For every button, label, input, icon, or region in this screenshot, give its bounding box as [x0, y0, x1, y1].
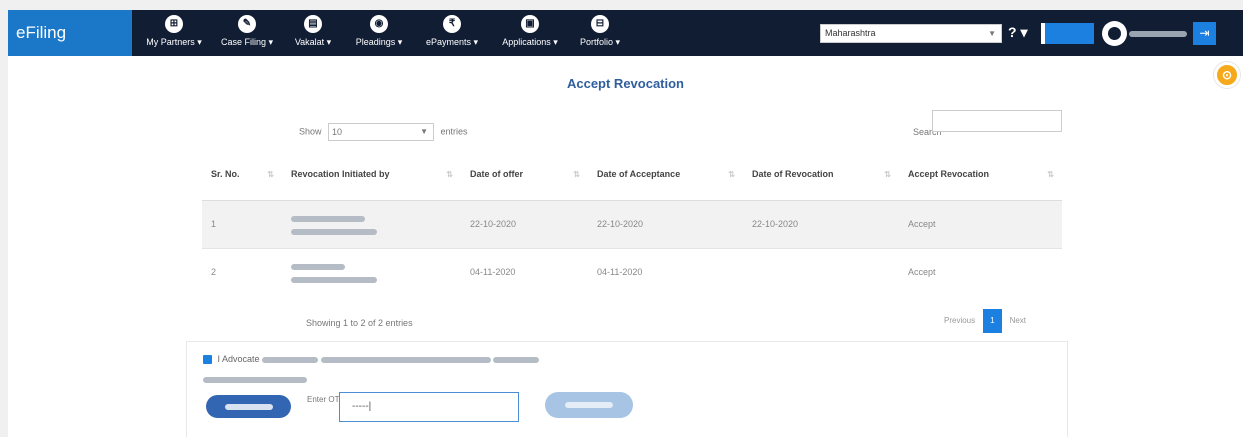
cell-sr: 2 — [202, 247, 282, 296]
pencil-icon: ✎ — [238, 15, 256, 33]
search-input[interactable] — [932, 110, 1062, 132]
nav-vakalat[interactable]: ▤ Vakalat ▾ — [285, 14, 341, 52]
enrollment-number-redacted — [291, 276, 377, 283]
col-label: Date of Revocation — [752, 168, 834, 179]
page-title: Accept Revocation — [566, 76, 685, 91]
nav-pleadings[interactable]: ◉ Pleadings ▾ — [349, 14, 409, 52]
sort-icon: ⇅ — [267, 170, 274, 179]
top-navbar: eFiling Services ⊞ My Partners ▾ ✎ Case … — [8, 10, 1243, 88]
pager-next[interactable]: Next — [1001, 309, 1035, 333]
mobile-number-line — [203, 374, 307, 384]
entries-label: entries — [440, 126, 468, 137]
cell-date-offer: 22-10-2020 — [461, 199, 588, 248]
pleadings-icon: ◉ — [370, 15, 388, 33]
entries-select-value: 10 — [332, 127, 343, 137]
col-label: Date of Acceptance — [597, 168, 681, 179]
user-avatar[interactable] — [1102, 21, 1127, 46]
col-label: Accept Revocation — [908, 168, 990, 179]
col-initiated-by[interactable]: Revocation Initiated by ⇅ — [282, 148, 461, 201]
verify-otp-button[interactable] — [545, 392, 633, 418]
advocate-name-redacted — [493, 356, 540, 363]
sort-icon: ⇅ — [446, 170, 453, 179]
username-redacted[interactable] — [1129, 31, 1187, 37]
resend-otp-button[interactable] — [206, 395, 291, 418]
cell-initiated-by — [282, 199, 461, 248]
brand-logo[interactable]: eFiling Services — [8, 10, 132, 88]
logout-button[interactable]: ⇥ — [1193, 22, 1216, 45]
chevron-down-icon: ▼ — [988, 29, 996, 38]
rupee-icon: ₹ — [443, 15, 461, 33]
state-select[interactable]: Maharashtra ▼ — [820, 24, 1002, 43]
logout-icon: ⇥ — [1199, 26, 1210, 40]
col-date-offer[interactable]: Date of offer ⇅ — [461, 148, 588, 201]
partners-icon: ⊞ — [165, 15, 183, 33]
nav-label: ePayments ▾ — [425, 37, 479, 47]
mobile-number-redacted — [203, 376, 307, 383]
consent-text: I Advocate — [217, 354, 260, 364]
table-info: Showing 1 to 2 of 2 entries — [306, 318, 413, 328]
consent-checkbox[interactable] — [203, 355, 212, 365]
revocation-table: Sr. No. ⇅ Revocation Initiated by ⇅ Date o… — [202, 148, 1062, 296]
nav-label: Vakalat ▾ — [294, 37, 332, 47]
pager-previous[interactable]: Previous — [936, 309, 984, 333]
verify-otp-label-redacted — [565, 401, 613, 408]
advocate-name-redacted — [262, 356, 319, 363]
col-label: Date of offer — [470, 168, 524, 179]
pager-page-1[interactable]: 1 — [983, 309, 1002, 333]
chevron-down-icon: ▼ — [420, 127, 429, 136]
nav-epayments[interactable]: ₹ ePayments ▾ — [419, 14, 485, 52]
cell-date-revocation — [743, 247, 899, 296]
col-date-acceptance[interactable]: Date of Acceptance ⇅ — [588, 148, 743, 201]
cell-date-offer: 04-11-2020 — [461, 247, 588, 296]
cell-date-revocation: 22-10-2020 — [743, 199, 899, 248]
col-date-revocation[interactable]: Date of Revocation ⇅ — [743, 148, 899, 201]
portfolio-icon: ⊟ — [591, 15, 609, 33]
nav-label: Case Filing ▾ — [220, 37, 274, 47]
nav-label: Applications ▾ — [502, 37, 558, 47]
cell-date-acceptance: 22-10-2020 — [588, 199, 743, 248]
advocate-name-redacted — [291, 264, 345, 271]
nav-portfolio[interactable]: ⊟ Portfolio ▾ — [574, 14, 626, 52]
sort-icon: ⇅ — [1047, 170, 1054, 179]
nav-applications[interactable]: ▣ Applications ▾ — [495, 14, 565, 52]
help-menu[interactable]: ? ▾ — [1008, 24, 1027, 41]
nav-label: Portfolio ▾ — [579, 37, 621, 47]
accept-link[interactable]: Accept — [899, 247, 1062, 296]
mode-button[interactable] — [1041, 23, 1094, 44]
entries-select[interactable]: 10 ▼ — [328, 123, 435, 141]
table-header-row: Sr. No. ⇅ Revocation Initiated by ⇅ Date o… — [202, 148, 1062, 201]
nav-label: Pleadings ▾ — [355, 37, 403, 47]
accept-link[interactable]: Accept — [899, 199, 1062, 248]
pagination: Previous 1 Next — [936, 309, 1035, 333]
advocate-name-redacted — [291, 216, 365, 223]
sort-icon: ⇅ — [728, 170, 735, 179]
enrollment-number-redacted — [291, 228, 377, 235]
otp-input[interactable]: -----| — [339, 392, 519, 422]
applications-icon: ▣ — [521, 15, 539, 33]
show-label: Show — [299, 126, 322, 137]
col-label: Sr. No. — [211, 168, 240, 179]
table-row: 2 04-11-2020 04-11-2020 Accept — [202, 247, 1062, 296]
col-sr-no[interactable]: Sr. No. ⇅ — [202, 148, 282, 201]
col-accept-revocation[interactable]: Accept Revocation ⇅ — [899, 148, 1062, 201]
nav-case-filing[interactable]: ✎ Case Filing ▾ — [214, 14, 280, 52]
state-select-value: Maharashtra — [825, 28, 876, 38]
revocation-consent: I Advocate — [203, 354, 540, 365]
nav-my-partners[interactable]: ⊞ My Partners ▾ — [141, 14, 207, 52]
cell-date-acceptance: 04-11-2020 — [588, 247, 743, 296]
consent-text-redacted — [320, 356, 491, 363]
app-shell: eFiling Services ⊞ My Partners ▾ ✎ Case … — [8, 10, 1243, 437]
vakalat-icon: ▤ — [304, 15, 322, 33]
col-label: Revocation Initiated by — [291, 168, 390, 179]
show-entries: Show 10 ▼ entries — [299, 123, 468, 141]
cell-sr: 1 — [202, 199, 282, 248]
cell-initiated-by — [282, 247, 461, 296]
sort-icon: ⇅ — [573, 170, 580, 179]
nav-label: My Partners ▾ — [146, 37, 202, 47]
table-row: 1 22-10-2020 22-10-2020 22-10-2020 Accep… — [202, 199, 1062, 248]
sort-icon: ⇅ — [884, 170, 891, 179]
resend-otp-label-redacted — [224, 403, 273, 410]
